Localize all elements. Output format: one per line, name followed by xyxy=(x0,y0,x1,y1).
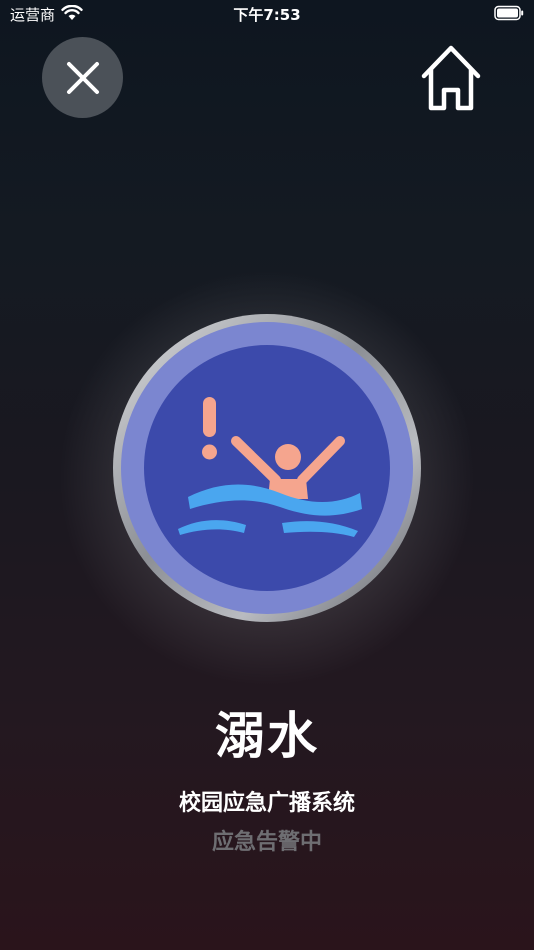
system-name: 校园应急广播系统 xyxy=(178,791,355,816)
status-bar: 运营商 下午7:53 xyxy=(0,0,534,28)
home-button[interactable] xyxy=(414,40,488,114)
close-icon xyxy=(66,61,99,94)
home-icon xyxy=(421,45,481,111)
status-time: 下午7:53 xyxy=(233,6,301,24)
battery-icon xyxy=(494,5,524,21)
alert-status: 应急告警中 xyxy=(211,830,322,855)
alert-badge xyxy=(113,314,421,622)
close-button[interactable] xyxy=(42,37,123,118)
alert-title: 溺水 xyxy=(215,707,319,765)
